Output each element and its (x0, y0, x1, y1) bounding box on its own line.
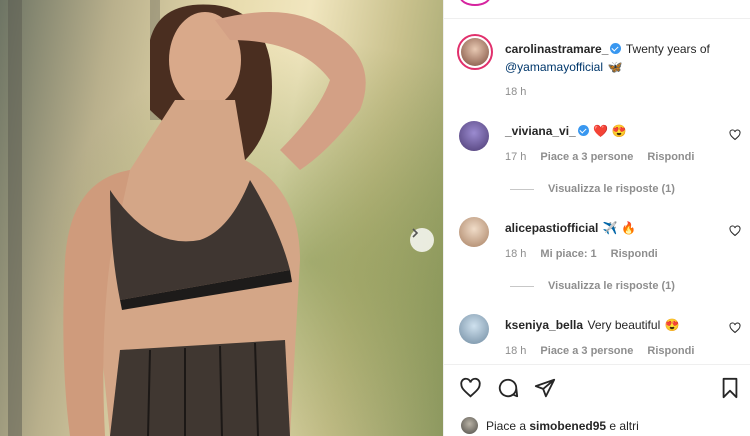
view-replies-label: Visualizza le risposte (1) (548, 183, 675, 195)
replies-line (510, 188, 534, 190)
photo-figure-illustration (8, 0, 366, 436)
comment-body: alicepastiofficial ✈️ 🔥 (505, 219, 636, 237)
comment-avatar[interactable] (459, 217, 489, 247)
comment-meta: 17 h Piace a 3 persone Rispondi (505, 151, 694, 163)
comment-meta: 18 h Mi piace: 1 Rispondi (505, 248, 658, 260)
comment-text: Very beautiful (587, 318, 661, 332)
share-icon[interactable] (534, 377, 556, 399)
comment-emojis: ✈️ 🔥 (602, 221, 637, 235)
comment-like-heart-icon[interactable] (729, 225, 741, 237)
verified-badge-icon (577, 125, 589, 136)
owner-avatar[interactable] (457, 34, 493, 70)
likes-suffix[interactable]: e altri (609, 419, 638, 433)
likes-prefix: Piace a (486, 418, 527, 433)
comment-time[interactable]: 18 h (505, 248, 526, 260)
chevron-right-icon (412, 228, 419, 238)
header-divider (444, 18, 750, 19)
comment-icon[interactable] (497, 377, 519, 399)
liker-username[interactable]: simobened95 (529, 419, 606, 433)
comment-emojis: ❤️ 😍 (593, 124, 627, 138)
comment-likes[interactable]: Piace a 3 persone (540, 151, 633, 163)
comment-likes[interactable]: Piace a 3 persone (540, 345, 633, 357)
comment-username[interactable]: alicepastiofficial (505, 221, 598, 235)
header-avatar-partial[interactable] (459, 0, 491, 6)
post-photo[interactable] (0, 0, 443, 436)
caption-username[interactable]: carolinastramare_ (505, 42, 608, 56)
caption-time[interactable]: 18 h (505, 86, 526, 98)
comment-username[interactable]: _viviana_vi_ (505, 124, 576, 138)
likes-summary: Piace a simobened95 e altri (461, 417, 639, 434)
comment-avatar[interactable] (459, 314, 489, 344)
reply-button[interactable]: Rispondi (647, 151, 694, 163)
view-replies-button[interactable]: Visualizza le risposte (1) (510, 280, 675, 292)
comment-username[interactable]: kseniya_bella (505, 318, 583, 332)
comment-emojis: 😍 (664, 318, 680, 332)
comment-avatar[interactable] (459, 121, 489, 151)
comment-time[interactable]: 18 h (505, 345, 526, 357)
bookmark-icon[interactable] (720, 377, 740, 399)
comment-body: kseniya_bella Very beautiful 😍 (505, 316, 680, 334)
caption: carolinastramare_ Twenty years of @yamam… (505, 40, 735, 76)
caption-text: Twenty years of (625, 42, 710, 56)
verified-badge-icon (610, 43, 622, 54)
next-photo-button[interactable] (410, 228, 434, 252)
liker-avatar[interactable] (461, 417, 478, 434)
comment-likes[interactable]: Mi piace: 1 (540, 248, 596, 260)
comment-meta: 18 h Piace a 3 persone Rispondi (505, 345, 694, 357)
comment-like-heart-icon[interactable] (729, 322, 741, 334)
reply-button[interactable]: Rispondi (611, 248, 658, 260)
caption-mention[interactable]: @yamamayofficial (505, 60, 603, 74)
instagram-post-view: carolinastramare_ Twenty years of @yamam… (0, 0, 750, 436)
butterfly-emoji: 🦋 (607, 60, 623, 74)
view-replies-button[interactable]: Visualizza le risposte (1) (510, 183, 675, 195)
heart-icon[interactable] (459, 377, 482, 399)
comment-like-heart-icon[interactable] (729, 129, 741, 141)
comments-panel: carolinastramare_ Twenty years of @yamam… (443, 0, 750, 436)
comment-time[interactable]: 17 h (505, 151, 526, 163)
actions-divider (444, 364, 750, 365)
comment-body: _viviana_vi_ ❤️ 😍 (505, 122, 626, 140)
replies-line (510, 285, 534, 287)
view-replies-label: Visualizza le risposte (1) (548, 280, 675, 292)
reply-button[interactable]: Rispondi (647, 345, 694, 357)
